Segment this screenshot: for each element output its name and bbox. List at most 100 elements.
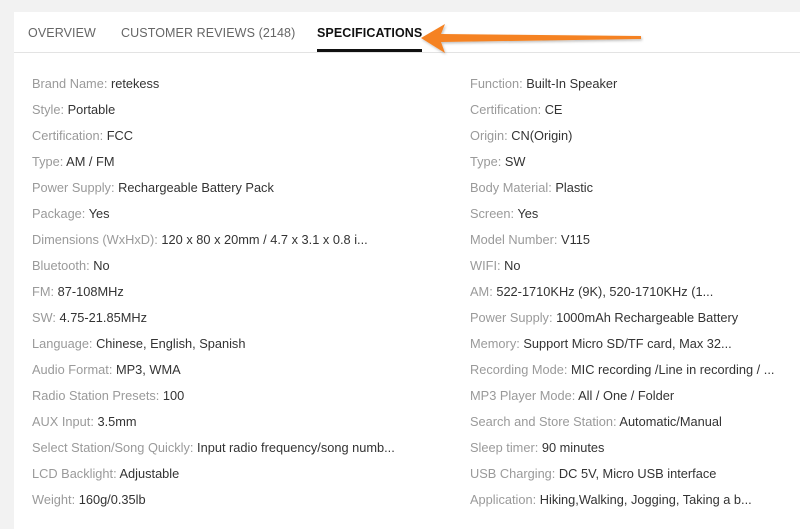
spec-key: Audio Format: — [32, 362, 113, 377]
spec-row: MP3 Player Mode: All / One / Folder — [470, 386, 774, 412]
spec-value: Rechargeable Battery Pack — [118, 180, 274, 195]
spec-row: Weight: 160g/0.35lb — [32, 490, 395, 516]
spec-row: Power Supply: Rechargeable Battery Pack — [32, 178, 395, 204]
spec-value: MP3, WMA — [115, 362, 181, 377]
spec-value: 120 x 80 x 20mm / 4.7 x 3.1 x 0.8 i... — [161, 232, 368, 247]
spec-value: 522-1710KHz (9K), 520-1710KHz (1... — [496, 284, 714, 299]
spec-key: Dimensions (WxHxD): — [32, 232, 158, 247]
spec-value: All / One / Folder — [578, 388, 675, 403]
spec-key: Origin: — [470, 128, 508, 143]
spec-row: Certification: CE — [470, 100, 774, 126]
spec-row: Bluetooth: No — [32, 256, 395, 282]
spec-key: Bluetooth: — [32, 258, 90, 273]
spec-value: FCC — [106, 128, 133, 143]
spec-row: Radio Station Presets: 100 — [32, 386, 395, 412]
spec-value: Plastic — [555, 180, 594, 195]
tab-overview[interactable]: OVERVIEW — [28, 26, 96, 40]
spec-row: Function: Built-In Speaker — [470, 74, 774, 100]
spec-row: Type: AM / FM — [32, 152, 395, 178]
spec-key: Select Station/Song Quickly: — [32, 440, 194, 455]
annotation-arrow-icon — [421, 24, 641, 53]
spec-key: MP3 Player Mode: — [470, 388, 576, 403]
spec-row: Origin: CN(Origin) — [470, 126, 774, 152]
specs-column-left: Brand Name: retekess Style: Portable Certi… — [32, 74, 395, 516]
spec-value: V115 — [561, 232, 590, 247]
spec-row: Recording Mode: MIC recording /Line in r… — [470, 360, 774, 386]
spec-value: retekess — [110, 76, 160, 91]
spec-value: CN(Origin) — [511, 128, 573, 143]
spec-key: Certification: — [470, 102, 542, 117]
spec-value: MIC recording /Line in recording / ... — [571, 362, 775, 377]
spec-value: Adjustable — [119, 466, 180, 481]
spec-key: USB Charging: — [470, 466, 556, 481]
spec-row: Power Supply: 1000mAh Rechargeable Batte… — [470, 308, 774, 334]
spec-key: Body Material: — [470, 180, 552, 195]
spec-row: Body Material: Plastic — [470, 178, 774, 204]
spec-row: Sleep timer: 90 minutes — [470, 438, 774, 464]
spec-value: Chinese, English, Spanish — [96, 336, 246, 351]
spec-key: Screen: — [470, 206, 515, 221]
spec-key: Language: — [32, 336, 93, 351]
spec-value: 1000mAh Rechargeable Battery — [556, 310, 739, 325]
spec-row: USB Charging: DC 5V, Micro USB interface — [470, 464, 774, 490]
spec-row: Application: Hiking,Walking, Jogging, Ta… — [470, 490, 774, 516]
spec-key: Type: — [32, 154, 64, 169]
active-tab-indicator — [317, 49, 422, 52]
spec-key: SW: — [32, 310, 56, 325]
spec-value: Portable — [67, 102, 116, 117]
spec-value: AM / FM — [66, 154, 115, 169]
spec-key: Weight: — [32, 492, 76, 507]
spec-key: Package: — [32, 206, 86, 221]
spec-value: Built-In Speaker — [526, 76, 618, 91]
spec-key: Function: — [470, 76, 523, 91]
spec-row: Audio Format: MP3, WMA — [32, 360, 395, 386]
spec-key: Memory: — [470, 336, 520, 351]
spec-key: Power Supply: — [32, 180, 115, 195]
spec-row: Package: Yes — [32, 204, 395, 230]
spec-value: Support Micro SD/TF card, Max 32... — [523, 336, 732, 351]
spec-row: Model Number: V115 — [470, 230, 774, 256]
spec-row: Style: Portable — [32, 100, 395, 126]
spec-value: Yes — [517, 206, 539, 221]
spec-row: Certification: FCC — [32, 126, 395, 152]
spec-row: Brand Name: retekess — [32, 74, 395, 100]
spec-row: Type: SW — [470, 152, 774, 178]
spec-key: Recording Mode: — [470, 362, 568, 377]
product-detail-panel: OVERVIEW CUSTOMER REVIEWS (2148) SPECIFI… — [14, 12, 800, 529]
spec-value: Input radio frequency/song numb... — [197, 440, 395, 455]
spec-row: SW: 4.75-21.85MHz — [32, 308, 395, 334]
spec-row: LCD Backlight: Adjustable — [32, 464, 395, 490]
tab-specifications[interactable]: SPECIFICATIONS — [317, 26, 422, 40]
spec-value: 90 minutes — [541, 440, 605, 455]
spec-row: Screen: Yes — [470, 204, 774, 230]
spec-row: FM: 87-108MHz — [32, 282, 395, 308]
spec-key: AUX Input: — [32, 414, 94, 429]
spec-key: Style: — [32, 102, 65, 117]
spec-value: No — [504, 258, 521, 273]
spec-value: 160g/0.35lb — [78, 492, 146, 507]
spec-value: No — [93, 258, 110, 273]
spec-value: Yes — [88, 206, 110, 221]
spec-value: 3.5mm — [97, 414, 137, 429]
tab-bar: OVERVIEW CUSTOMER REVIEWS (2148) SPECIFI… — [14, 12, 800, 53]
spec-value: Automatic/Manual — [619, 414, 722, 429]
spec-value: DC 5V, Micro USB interface — [558, 466, 717, 481]
spec-value: CE — [544, 102, 563, 117]
spec-row: AUX Input: 3.5mm — [32, 412, 395, 438]
spec-row: Language: Chinese, English, Spanish — [32, 334, 395, 360]
spec-key: Brand Name: — [32, 76, 108, 91]
spec-key: Application: — [470, 492, 537, 507]
spec-value: Hiking,Walking, Jogging, Taking a b... — [539, 492, 752, 507]
spec-key: Type: — [470, 154, 502, 169]
specs-column-right: Function: Built-In Speaker Certification:… — [470, 74, 774, 516]
spec-row: Dimensions (WxHxD): 120 x 80 x 20mm / 4.… — [32, 230, 395, 256]
spec-value: 4.75-21.85MHz — [59, 310, 148, 325]
spec-key: Search and Store Station: — [470, 414, 617, 429]
spec-key: WIFI: — [470, 258, 501, 273]
tab-customer-reviews[interactable]: CUSTOMER REVIEWS (2148) — [121, 26, 295, 40]
spec-key: Power Supply: — [470, 310, 553, 325]
spec-row: Memory: Support Micro SD/TF card, Max 32… — [470, 334, 774, 360]
spec-value: 100 — [162, 388, 185, 403]
spec-key: Sleep timer: — [470, 440, 539, 455]
spec-key: AM: — [470, 284, 493, 299]
